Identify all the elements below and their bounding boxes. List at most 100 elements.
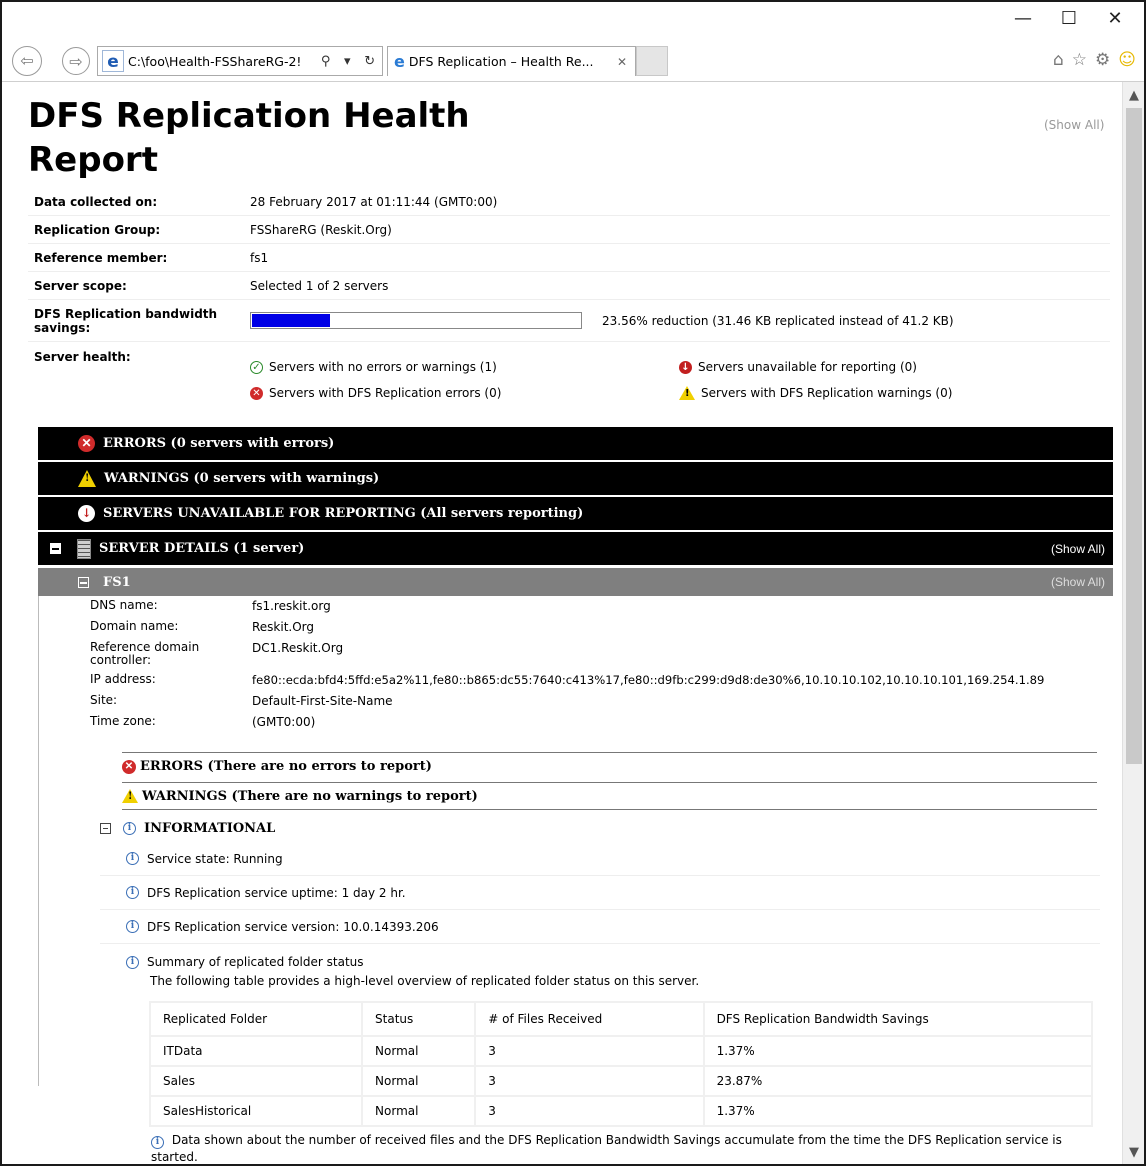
field-label: Site: xyxy=(90,693,118,707)
field-label: DNS name: xyxy=(90,598,158,612)
scroll-up-icon[interactable]: ▲ xyxy=(1123,88,1144,103)
browser-window: — ☐ ✕ ⇦ ⇨ e C:\foo\Health-FSShareRG-2! ⚲… xyxy=(0,0,1146,1166)
field-value: fs1.reskit.org xyxy=(252,599,331,613)
bandwidth-savings-fill xyxy=(252,314,330,327)
table-cell: 1.37% xyxy=(702,1035,1094,1067)
info-item-text: Summary of replicated folder status xyxy=(147,955,364,969)
meta-label: Data collected on: xyxy=(34,194,158,209)
bandwidth-savings-text: 23.56% reduction (31.46 KB replicated in… xyxy=(602,313,954,328)
check-circle-icon: ✓ xyxy=(250,360,263,374)
error-icon: ✕ xyxy=(78,435,95,452)
warning-icon xyxy=(78,470,96,487)
forward-arrow-icon: ⇨ xyxy=(69,52,83,71)
meta-label: Reference member: xyxy=(34,250,168,265)
home-icon[interactable]: ⌂ xyxy=(1053,50,1064,70)
collapse-icon[interactable] xyxy=(100,822,111,834)
warnings-section[interactable]: WARNINGS (0 servers with warnings) xyxy=(38,462,1113,495)
vertical-scrollbar[interactable]: ▲ ▼ xyxy=(1122,82,1144,1164)
server-details-section[interactable]: SERVER DETAILS (1 server) (Show All) xyxy=(38,532,1113,565)
report-metadata: Data collected on: 28 February 2017 at 0… xyxy=(28,188,1110,342)
collapse-icon[interactable] xyxy=(78,576,89,588)
informational-section: i INFORMATIONAL i Service state: Running … xyxy=(100,814,1100,994)
meta-value: Selected 1 of 2 servers xyxy=(250,278,389,293)
favorites-star-icon[interactable]: ☆ xyxy=(1072,50,1087,70)
server-warnings-label: WARNINGS (There are no warnings to repor… xyxy=(142,788,478,804)
info-item-text: Service state: Running xyxy=(147,851,283,866)
bandwidth-label: DFS Replication bandwidth savings: xyxy=(34,306,218,335)
table-cell: 3 xyxy=(474,1035,705,1067)
server-errors-row[interactable]: ✕ ERRORS (There are no errors to report) xyxy=(122,752,1097,780)
footnote-text: Data shown about the number of received … xyxy=(151,1133,1062,1164)
collapse-icon[interactable] xyxy=(50,543,61,554)
info-icon: i xyxy=(151,1136,164,1149)
warning-icon xyxy=(679,386,695,400)
table-row: SalesHistorical Normal 3 1.37% xyxy=(148,1095,1094,1127)
info-icon: i xyxy=(126,886,139,899)
info-icon: i xyxy=(126,852,139,865)
field-label: Domain name: xyxy=(90,619,179,633)
close-tab-icon[interactable]: ✕ xyxy=(617,55,635,69)
server-warnings-row[interactable]: WARNINGS (There are no warnings to repor… xyxy=(122,782,1097,810)
unavailable-section-label: SERVERS UNAVAILABLE FOR REPORTING (All s… xyxy=(103,506,584,521)
close-window-button[interactable]: ✕ xyxy=(1092,4,1138,38)
field-row: IP address: fe80::ecda:bfd4:5ffd:e5a2%11,… xyxy=(90,673,1120,692)
table-row: ITData Normal 3 1.37% xyxy=(148,1035,1094,1067)
minimize-button[interactable]: — xyxy=(1000,4,1046,38)
window-controls: — ☐ ✕ xyxy=(1000,4,1138,38)
table-cell: Normal xyxy=(361,1035,477,1067)
show-all-link[interactable]: (Show All) xyxy=(1044,118,1104,132)
meta-value: 28 February 2017 at 01:11:44 (GMT0:00) xyxy=(250,194,498,209)
field-value: Reskit.Org xyxy=(252,620,315,634)
footnote: i Data shown about the number of receive… xyxy=(151,1132,1081,1164)
health-ok-text: Servers with no errors or warnings (1) xyxy=(269,360,497,374)
meta-row: Replication Group: FSShareRG (Reskit.Org… xyxy=(28,216,1110,244)
refresh-icon[interactable]: ↻ xyxy=(364,54,375,69)
address-bar[interactable]: e C:\foo\Health-FSShareRG-2! ⚲ ▾ ↻ xyxy=(97,46,383,76)
new-tab-button[interactable] xyxy=(636,46,668,76)
back-button[interactable]: ⇦ xyxy=(12,46,42,76)
address-url[interactable]: C:\foo\Health-FSShareRG-2! xyxy=(128,54,314,69)
maximize-button[interactable]: ☐ xyxy=(1046,4,1092,38)
column-header: DFS Replication Bandwidth Savings xyxy=(702,1001,1094,1037)
info-item: i Summary of replicated folder status xyxy=(100,950,1100,974)
field-row: Time zone: (GMT0:00) xyxy=(90,715,1120,734)
health-warnings: Servers with DFS Replication warnings (0… xyxy=(679,386,952,400)
dropdown-icon[interactable]: ▾ xyxy=(344,54,351,69)
info-item: i DFS Replication service uptime: 1 day 2… xyxy=(100,876,1100,910)
unavailable-section[interactable]: ↓ SERVERS UNAVAILABLE FOR REPORTING (All… xyxy=(38,497,1113,530)
server-fs1-header[interactable]: FS1 (Show All) xyxy=(38,568,1113,596)
table-cell: Normal xyxy=(361,1095,477,1127)
informational-header[interactable]: i INFORMATIONAL xyxy=(100,814,1100,842)
feedback-smiley-icon[interactable]: ☺ xyxy=(1118,50,1136,70)
field-value: (GMT0:00) xyxy=(252,715,316,729)
server-show-all[interactable]: (Show All) xyxy=(1051,575,1105,589)
info-icon: i xyxy=(123,821,136,835)
meta-value: FSShareRG (Reskit.Org) xyxy=(250,222,392,237)
health-unavailable-text: Servers unavailable for reporting (0) xyxy=(698,360,917,374)
server-fields: DNS name: fs1.reskit.org Domain name: Resk… xyxy=(90,599,1120,736)
bandwidth-row: DFS Replication bandwidth savings: 23.56… xyxy=(28,300,1110,342)
server-details-show-all[interactable]: (Show All) xyxy=(1051,542,1105,556)
back-arrow-icon: ⇦ xyxy=(20,51,34,70)
scrollbar-thumb[interactable] xyxy=(1126,108,1142,764)
forward-button[interactable]: ⇨ xyxy=(62,47,90,75)
field-row: DNS name: fs1.reskit.org xyxy=(90,599,1120,618)
error-icon: ✕ xyxy=(250,386,263,400)
field-label: Time zone: xyxy=(90,714,156,728)
warning-icon xyxy=(122,789,138,803)
scroll-down-icon[interactable]: ▼ xyxy=(1123,1145,1144,1160)
informational-label: INFORMATIONAL xyxy=(144,820,276,836)
tab-report[interactable]: e DFS Replication – Health Re... ✕ xyxy=(387,46,636,76)
search-icon[interactable]: ⚲ xyxy=(321,54,331,69)
health-errors: ✕ Servers with DFS Replication errors (0… xyxy=(250,386,501,400)
down-arrow-icon: ↓ xyxy=(78,505,95,522)
warnings-section-label: WARNINGS (0 servers with warnings) xyxy=(104,471,380,486)
address-tools: ⚲ ▾ ↻ xyxy=(314,54,382,69)
gear-icon[interactable]: ⚙ xyxy=(1095,50,1110,70)
info-icon: i xyxy=(126,920,139,933)
field-value: DC1.Reskit.Org xyxy=(252,641,344,655)
meta-label: Replication Group: xyxy=(34,222,161,237)
field-row: Site: Default-First-Site-Name xyxy=(90,694,1120,713)
errors-section[interactable]: ✕ ERRORS (0 servers with errors) xyxy=(38,427,1113,460)
error-icon: ✕ xyxy=(122,759,136,774)
